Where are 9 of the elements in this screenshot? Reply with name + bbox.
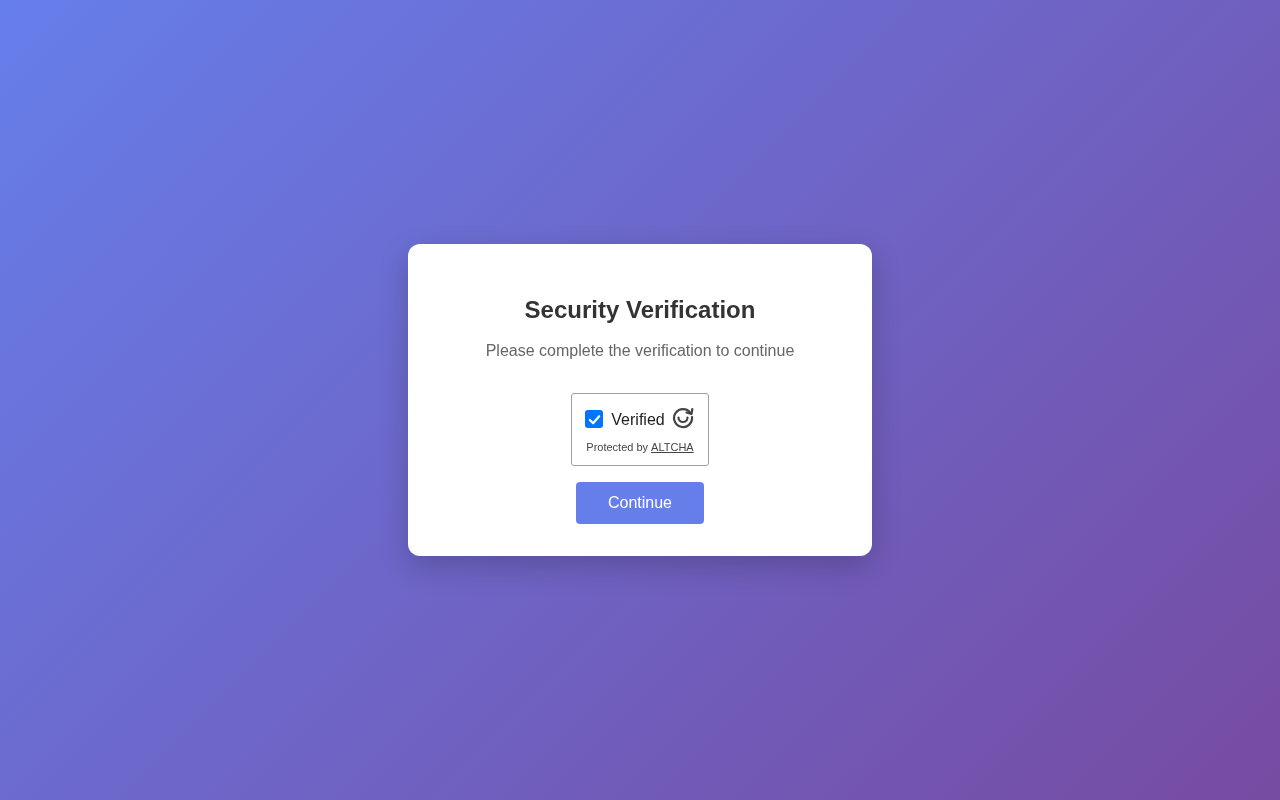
continue-button[interactable]: Continue — [576, 482, 704, 524]
card-subtitle: Please complete the verification to continue — [485, 341, 795, 361]
altcha-link[interactable]: ALTCHA — [651, 440, 694, 454]
check-icon — [587, 412, 601, 426]
circular-arrow-icon — [670, 405, 695, 429]
checkbox-label: Verified — [611, 410, 665, 430]
card-title: Security Verification — [524, 296, 756, 324]
checkbox[interactable] — [585, 410, 604, 428]
protected-by-text: Protected by — [586, 440, 649, 454]
